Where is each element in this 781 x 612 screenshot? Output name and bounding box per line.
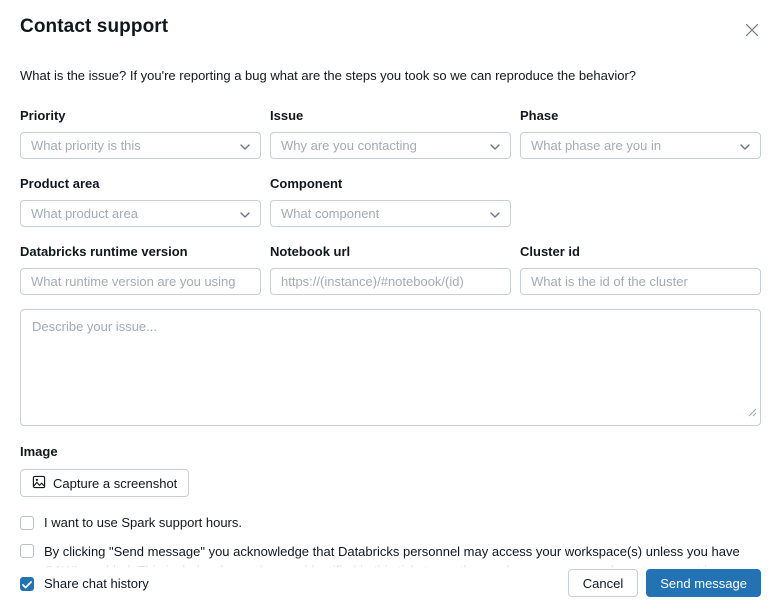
issue-label: Issue bbox=[270, 108, 511, 123]
page-title: Contact support bbox=[20, 16, 168, 38]
intro-text: What is the issue? If you're reporting a… bbox=[20, 68, 761, 83]
component-placeholder: What component bbox=[281, 206, 379, 221]
phase-select[interactable]: What phase are you in bbox=[520, 132, 761, 159]
issue-field: Issue Why are you contacting bbox=[270, 108, 511, 159]
capture-screenshot-button[interactable]: Capture a screenshot bbox=[20, 469, 189, 497]
product-area-select[interactable]: What product area bbox=[20, 200, 261, 227]
field-row-1: Priority What priority is this Issue Why… bbox=[20, 108, 761, 159]
runtime-version-input[interactable] bbox=[20, 268, 261, 295]
cluster-id-field: Cluster id bbox=[520, 244, 761, 295]
capture-screenshot-label: Capture a screenshot bbox=[53, 476, 177, 491]
issue-description-textarea[interactable] bbox=[20, 309, 761, 426]
product-area-placeholder: What product area bbox=[31, 206, 138, 221]
close-icon bbox=[745, 23, 759, 40]
spark-hours-checkbox-row[interactable]: I want to use Spark support hours. bbox=[20, 513, 761, 532]
issue-description-wrap bbox=[20, 309, 761, 426]
dialog-body: What is the issue? If you're reporting a… bbox=[0, 44, 781, 568]
share-history-label: Share chat history bbox=[44, 576, 149, 591]
share-history-checkbox-row[interactable]: Share chat history bbox=[20, 575, 149, 591]
spark-hours-checkbox[interactable] bbox=[20, 516, 34, 530]
priority-label: Priority bbox=[20, 108, 261, 123]
dialog-header: Contact support bbox=[0, 0, 781, 44]
chevron-down-icon bbox=[240, 137, 250, 155]
cancel-button[interactable]: Cancel bbox=[568, 569, 638, 597]
priority-field: Priority What priority is this bbox=[20, 108, 261, 159]
priority-placeholder: What priority is this bbox=[31, 138, 141, 153]
runtime-version-label: Databricks runtime version bbox=[20, 244, 261, 259]
chevron-down-icon bbox=[490, 137, 500, 155]
notebook-url-label: Notebook url bbox=[270, 244, 511, 259]
image-section-label: Image bbox=[20, 444, 761, 459]
close-button[interactable] bbox=[739, 18, 765, 44]
cluster-id-input[interactable] bbox=[520, 268, 761, 295]
contact-support-dialog: Contact support What is the issue? If yo… bbox=[0, 0, 781, 612]
phase-placeholder: What phase are you in bbox=[531, 138, 661, 153]
spark-hours-label: I want to use Spark support hours. bbox=[44, 513, 761, 532]
component-field: Component What component bbox=[270, 176, 511, 227]
field-row-2: Product area What product area Component… bbox=[20, 176, 761, 227]
acknowledge-checkbox-row[interactable]: By clicking "Send message" you acknowled… bbox=[20, 542, 761, 568]
issue-placeholder: Why are you contacting bbox=[281, 138, 417, 153]
runtime-version-field: Databricks runtime version bbox=[20, 244, 261, 295]
acknowledge-label: By clicking "Send message" you acknowled… bbox=[44, 542, 761, 568]
dialog-footer: Share chat history Cancel Send message bbox=[0, 569, 781, 612]
phase-field: Phase What phase are you in bbox=[520, 108, 761, 159]
issue-select[interactable]: Why are you contacting bbox=[270, 132, 511, 159]
product-area-field: Product area What product area bbox=[20, 176, 261, 227]
checkmark-icon bbox=[22, 577, 32, 592]
priority-select[interactable]: What priority is this bbox=[20, 132, 261, 159]
product-area-label: Product area bbox=[20, 176, 261, 191]
notebook-url-input[interactable] bbox=[270, 268, 511, 295]
chevron-down-icon bbox=[240, 205, 250, 223]
notebook-url-field: Notebook url bbox=[270, 244, 511, 295]
field-row-3: Databricks runtime version Notebook url … bbox=[20, 244, 761, 295]
component-label: Component bbox=[270, 176, 511, 191]
share-history-checkbox[interactable] bbox=[20, 577, 34, 591]
component-select[interactable]: What component bbox=[270, 200, 511, 227]
send-message-button[interactable]: Send message bbox=[646, 569, 761, 597]
image-icon bbox=[32, 475, 46, 492]
cluster-id-label: Cluster id bbox=[520, 244, 761, 259]
acknowledge-checkbox[interactable] bbox=[20, 544, 34, 558]
footer-buttons: Cancel Send message bbox=[568, 569, 761, 597]
chevron-down-icon bbox=[490, 205, 500, 223]
chevron-down-icon bbox=[740, 137, 750, 155]
phase-label: Phase bbox=[520, 108, 761, 123]
